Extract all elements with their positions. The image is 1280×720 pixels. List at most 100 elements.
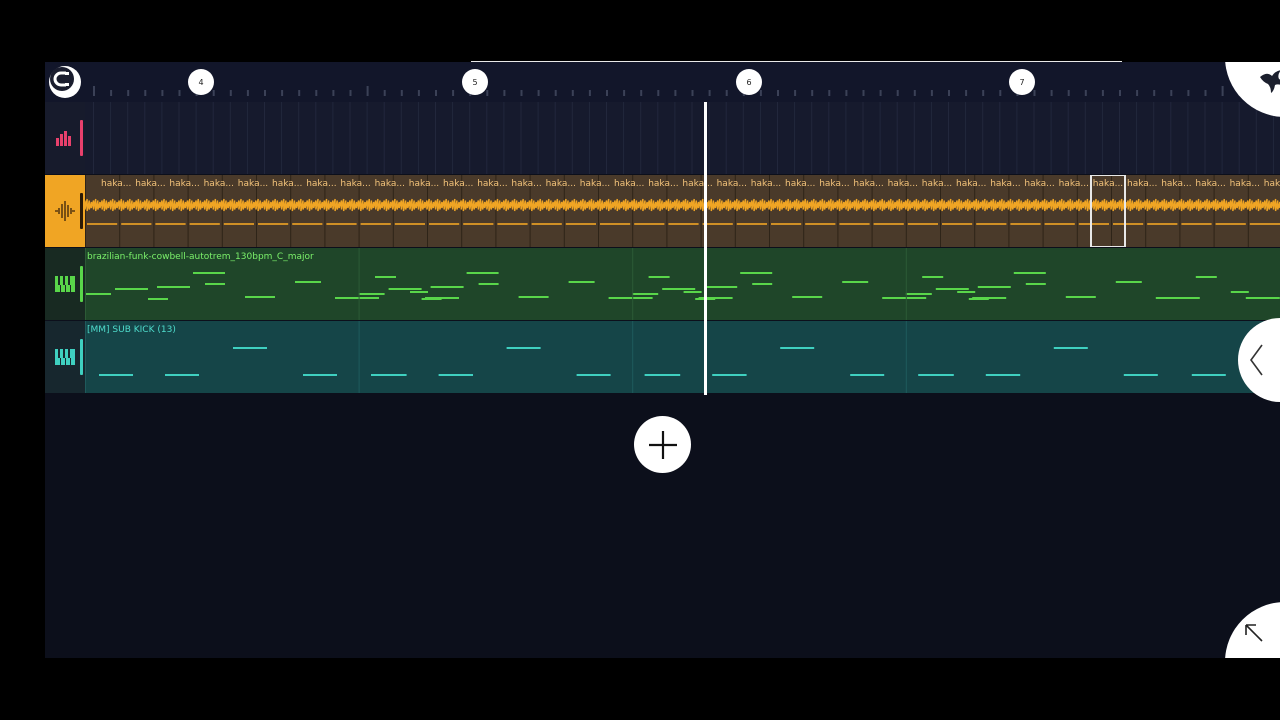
audio-clip-label: haka... bbox=[716, 179, 747, 189]
bar-marker-5[interactable]: 5 bbox=[462, 69, 488, 95]
grid-line bbox=[1238, 102, 1240, 174]
audio-waveform-segment bbox=[1212, 198, 1249, 212]
ruler-tick bbox=[657, 90, 660, 96]
midi-note bbox=[957, 291, 976, 293]
audio-waveform-segment bbox=[186, 198, 223, 212]
audio-waveform-segment bbox=[802, 198, 839, 212]
grid-line bbox=[913, 102, 915, 174]
grid-line bbox=[965, 102, 967, 174]
audio-waveform-segment bbox=[768, 198, 804, 212]
audio-waveform-lower bbox=[463, 223, 494, 225]
ruler-tick bbox=[828, 90, 831, 96]
track-header-synth[interactable] bbox=[45, 248, 85, 320]
ruler-tick bbox=[1153, 90, 1156, 96]
midi-note bbox=[1123, 374, 1158, 376]
grid-line bbox=[691, 102, 693, 174]
grid-line bbox=[905, 248, 907, 320]
ruler-tick bbox=[965, 90, 968, 96]
grid-line bbox=[674, 102, 676, 174]
ruler-tick bbox=[315, 90, 318, 96]
ruler-tick bbox=[1136, 90, 1139, 96]
grid-line bbox=[315, 102, 317, 174]
audio-clip-label: haka... bbox=[819, 179, 850, 189]
midi-note bbox=[438, 374, 473, 376]
grid-line bbox=[1204, 102, 1206, 174]
audio-waveform-segment bbox=[973, 198, 1010, 212]
ruler-tick bbox=[110, 90, 113, 96]
midi-note bbox=[752, 283, 773, 285]
playhead[interactable] bbox=[704, 102, 707, 395]
track-lane-synth[interactable]: brazilian-funk-cowbell-autotrem_130bpm_C… bbox=[85, 248, 1280, 320]
audio-clip-label: haka... bbox=[135, 179, 166, 189]
ruler-tick bbox=[161, 90, 164, 96]
ruler-tick bbox=[794, 90, 797, 96]
grid-line bbox=[110, 102, 112, 174]
ruler-tick bbox=[93, 86, 95, 96]
midi-note bbox=[1053, 347, 1088, 349]
bar-marker-4[interactable]: 4 bbox=[188, 69, 214, 95]
track-lane-kick[interactable]: [MM] SUB KICK (13) bbox=[85, 321, 1280, 393]
grid-line bbox=[1050, 102, 1052, 174]
drums-grid bbox=[93, 102, 1274, 174]
track-header-kick[interactable] bbox=[45, 321, 85, 393]
audio-waveform-segment bbox=[494, 198, 531, 212]
audio-waveform-lower bbox=[360, 223, 391, 225]
grid-line bbox=[632, 248, 634, 320]
midi-note bbox=[662, 288, 696, 290]
snap-button[interactable] bbox=[49, 66, 81, 98]
audio-waveform-segment bbox=[1178, 198, 1215, 212]
audio-waveform-segment bbox=[939, 198, 975, 212]
expand-button[interactable] bbox=[1225, 602, 1280, 658]
audio-waveform-segment bbox=[665, 198, 702, 212]
audio-waveform-lower bbox=[531, 223, 562, 225]
track-header-drums[interactable] bbox=[45, 102, 85, 174]
add-track-button[interactable] bbox=[634, 416, 691, 473]
grid-line bbox=[520, 102, 522, 174]
midi-note bbox=[518, 296, 549, 298]
grid-line bbox=[229, 102, 231, 174]
ruler-tick bbox=[366, 86, 369, 96]
audio-clip-label: haka... bbox=[1024, 179, 1055, 189]
track-lane-drums[interactable] bbox=[85, 102, 1280, 174]
midi-note bbox=[712, 374, 747, 376]
midi-note bbox=[115, 288, 148, 290]
track-header-audio[interactable] bbox=[45, 175, 85, 247]
track-lane-audio[interactable]: haka... haka... haka... haka... haka... haka.… bbox=[85, 175, 1280, 247]
ruler-ticks bbox=[93, 86, 1275, 96]
bar-marker-6[interactable]: 6 bbox=[736, 69, 762, 95]
timeline-ruler[interactable]: 4 5 6 7 bbox=[45, 62, 1280, 102]
grid-line bbox=[400, 102, 402, 174]
ruler-tick bbox=[845, 90, 848, 96]
grid-line bbox=[708, 102, 710, 174]
bar-marker-7[interactable]: 7 bbox=[1009, 69, 1035, 95]
audio-clip-label: haka... bbox=[443, 179, 474, 189]
midi-note bbox=[358, 293, 385, 295]
audio-waveform-segment bbox=[85, 198, 120, 212]
midi-note bbox=[335, 297, 379, 299]
ruler-tick bbox=[452, 90, 455, 96]
drum-pads-icon bbox=[56, 131, 71, 146]
midi-note bbox=[568, 281, 595, 283]
ruler-tick bbox=[1050, 90, 1053, 96]
midi-note bbox=[632, 293, 659, 295]
ruler-tick bbox=[246, 90, 249, 96]
audio-clip-label: haka... bbox=[101, 179, 132, 189]
kick-midi-notes bbox=[85, 321, 1280, 393]
grid-line bbox=[1187, 102, 1189, 174]
ruler-tick bbox=[999, 90, 1002, 96]
audio-waveform-segment bbox=[528, 198, 565, 212]
audio-waveform-lower bbox=[121, 223, 152, 225]
grid-line bbox=[1016, 102, 1018, 174]
midi-note bbox=[99, 374, 133, 376]
midi-note bbox=[683, 291, 702, 293]
grid-line bbox=[571, 102, 573, 174]
ruler-tick bbox=[178, 90, 181, 96]
ruler-tick bbox=[417, 90, 420, 96]
audio-waveform-lower bbox=[189, 223, 220, 225]
audio-clip-label: haka... bbox=[1263, 179, 1280, 189]
grid-line bbox=[178, 102, 180, 174]
midi-note bbox=[1115, 281, 1142, 283]
audio-clip-label: haka... bbox=[750, 179, 782, 189]
midi-note bbox=[1191, 374, 1226, 376]
ruler-tick bbox=[759, 90, 762, 96]
